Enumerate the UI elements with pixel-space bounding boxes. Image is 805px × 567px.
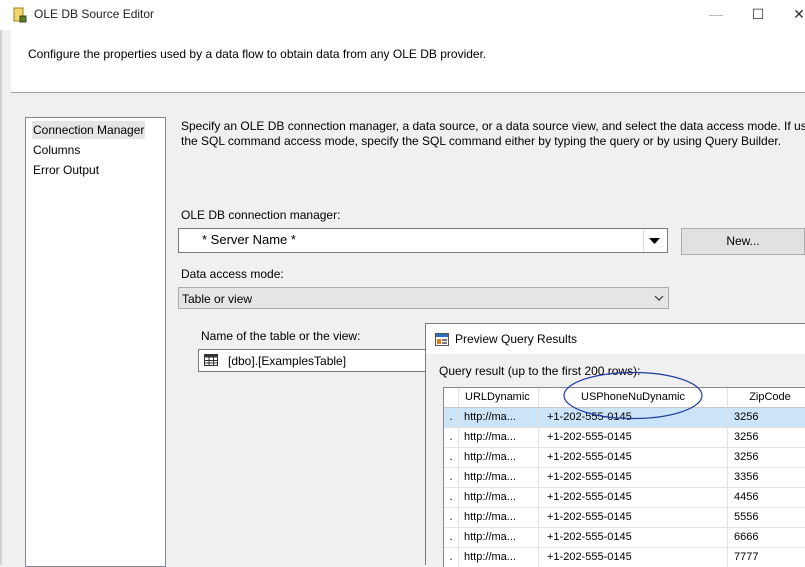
header-panel: [11, 30, 805, 92]
data-access-mode-label: Data access mode:: [181, 267, 284, 281]
cell-zipcode: 5556: [728, 508, 805, 528]
dropdown-arrow-icon[interactable]: [643, 230, 666, 251]
table-row[interactable]: . http://ma... +1-202-555-0145 5556: [444, 508, 805, 528]
row-marker: .: [444, 448, 459, 468]
annotation-ellipse: [563, 371, 703, 420]
cell-zipcode: 3256: [728, 408, 805, 428]
cell-zipcode: 4456: [728, 488, 805, 508]
description-line-2: the SQL command access mode, specify the…: [181, 134, 782, 148]
table-row[interactable]: . http://ma... +1-202-555-0145 7777: [444, 548, 805, 567]
connection-manager-combo[interactable]: * Server Name *: [178, 228, 668, 253]
table-name-value: [dbo].[ExamplesTable]: [228, 354, 347, 368]
cell-usphonenudynamic: +1-202-555-0145: [539, 428, 728, 448]
preview-results-icon: [435, 333, 449, 346]
table-row[interactable]: . http://ma... +1-202-555-0145 3256: [444, 428, 805, 448]
table-row[interactable]: . http://ma... +1-202-555-0145 6666: [444, 528, 805, 548]
table-row[interactable]: . http://ma... +1-202-555-0145 4456: [444, 488, 805, 508]
description-line-1: Specify an OLE DB connection manager, a …: [181, 119, 805, 133]
cell-urldynamic: http://ma...: [459, 528, 539, 548]
row-header-corner: [444, 388, 459, 408]
close-button[interactable]: ✕: [785, 4, 805, 24]
cell-zipcode: 3356: [728, 468, 805, 488]
cell-urldynamic: http://ma...: [459, 408, 539, 428]
cell-urldynamic: http://ma...: [459, 508, 539, 528]
nav-item-connection-manager[interactable]: Connection Manager: [32, 121, 146, 139]
nav-item-columns[interactable]: Columns: [32, 141, 81, 159]
table-row[interactable]: . http://ma... +1-202-555-0145 3256: [444, 448, 805, 468]
cell-urldynamic: http://ma...: [459, 428, 539, 448]
data-access-mode-value: Table or view: [182, 292, 253, 306]
cell-usphonenudynamic: +1-202-555-0145: [539, 488, 728, 508]
cell-zipcode: 7777: [728, 548, 805, 567]
minimize-button[interactable]: —: [702, 4, 730, 24]
nav-item-error-output[interactable]: Error Output: [32, 161, 100, 179]
row-marker: .: [444, 488, 459, 508]
new-connection-button[interactable]: New...: [681, 228, 805, 255]
cell-zipcode: 3256: [728, 448, 805, 468]
page-nav: Connection Manager Columns Error Output: [25, 117, 166, 567]
window-edge: [0, 30, 2, 565]
cell-urldynamic: http://ma...: [459, 448, 539, 468]
chevron-down-icon: [654, 295, 664, 301]
table-name-field[interactable]: [dbo].[ExamplesTable]: [198, 349, 438, 372]
cell-usphonenudynamic: +1-202-555-0145: [539, 508, 728, 528]
connection-manager-label: OLE DB connection manager:: [181, 208, 341, 222]
row-marker: .: [444, 408, 459, 428]
table-name-label: Name of the table or the view:: [201, 329, 361, 343]
column-header-zipcode[interactable]: ZipCode: [728, 388, 805, 408]
preview-title: Preview Query Results: [455, 332, 578, 346]
cell-usphonenudynamic: +1-202-555-0145: [539, 548, 728, 567]
row-marker: .: [444, 468, 459, 488]
data-access-mode-select[interactable]: Table or view: [178, 287, 669, 309]
cell-usphonenudynamic: +1-202-555-0145: [539, 468, 728, 488]
column-header-urldynamic[interactable]: URLDynamic: [459, 388, 539, 408]
row-marker: .: [444, 548, 459, 567]
ssis-source-icon: [13, 7, 27, 23]
table-row[interactable]: . http://ma... +1-202-555-0145 3356: [444, 468, 805, 488]
cell-usphonenudynamic: +1-202-555-0145: [539, 528, 728, 548]
cell-urldynamic: http://ma...: [459, 488, 539, 508]
cell-zipcode: 6666: [728, 528, 805, 548]
row-marker: .: [444, 528, 459, 548]
preview-query-results-dialog: Preview Query Results Query result (up t…: [425, 323, 805, 567]
maximize-button[interactable]: ☐: [744, 4, 772, 24]
cell-urldynamic: http://ma...: [459, 548, 539, 567]
header-description: Configure the properties used by a data …: [28, 47, 487, 61]
window-title: OLE DB Source Editor: [34, 7, 155, 21]
row-marker: .: [444, 428, 459, 448]
table-grid-icon: [204, 354, 218, 366]
row-marker: .: [444, 508, 459, 528]
connection-manager-value: * Server Name *: [202, 232, 296, 247]
cell-zipcode: 3256: [728, 428, 805, 448]
cell-usphonenudynamic: +1-202-555-0145: [539, 448, 728, 468]
header-divider: [11, 92, 805, 93]
cell-urldynamic: http://ma...: [459, 468, 539, 488]
